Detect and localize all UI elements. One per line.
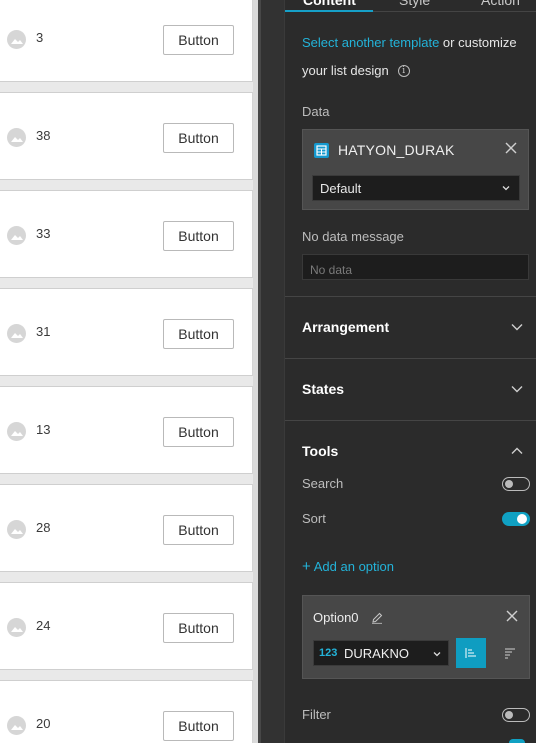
data-source-name: HATYON_DURAK <box>338 142 455 158</box>
image-placeholder-icon <box>7 128 26 147</box>
image-placeholder-icon <box>7 324 26 343</box>
list-item-value: 28 <box>36 520 51 535</box>
scrollbar-track <box>258 0 261 743</box>
sort-descending-icon <box>505 648 515 659</box>
states-header[interactable]: States <box>302 381 344 397</box>
list-item-button[interactable]: Button <box>163 613 234 643</box>
list-item-button[interactable]: Button <box>163 221 234 251</box>
image-placeholder-icon <box>7 716 26 735</box>
number-type-icon: 123 <box>319 647 338 659</box>
remove-option-close-icon[interactable] <box>504 608 520 624</box>
add-option-label: Add an option <box>313 559 394 574</box>
chevron-down-icon <box>433 652 441 657</box>
list-item[interactable]: 3 Button <box>0 0 253 82</box>
list-item[interactable]: 13 Button <box>0 386 253 474</box>
sort-option-card: Option0 123 DURAKNO <box>302 595 530 679</box>
list-item[interactable]: 20 Button <box>0 680 253 743</box>
select-template-link[interactable]: Select another template <box>302 35 439 50</box>
pencil-icon[interactable] <box>371 612 383 624</box>
template-hint: Select another template or customize <box>302 35 517 50</box>
image-placeholder-icon <box>7 422 26 441</box>
sort-field-select[interactable]: 123 DURAKNO <box>313 640 449 666</box>
next-toggle[interactable] <box>509 739 525 743</box>
tab-content[interactable]: Content <box>303 0 356 8</box>
info-icon[interactable]: i <box>397 64 410 77</box>
image-placeholder-icon <box>7 618 26 637</box>
panel-tabs: Content Style Action <box>285 0 536 12</box>
tools-header[interactable]: Tools <box>302 443 338 459</box>
template-hint-text-2: your list design <box>302 63 389 78</box>
data-source-card: HATYON_DURAK Default <box>302 129 529 210</box>
search-label: Search <box>302 476 344 491</box>
sort-option-name: Option0 <box>313 610 359 625</box>
remove-data-source-close-icon[interactable] <box>503 140 519 156</box>
chevron-up-icon[interactable] <box>511 447 523 455</box>
data-view-selected: Default <box>320 181 362 196</box>
list-item-value: 38 <box>36 128 51 143</box>
no-data-message-input[interactable] <box>302 254 529 280</box>
template-hint-line2: your list design i <box>302 63 410 78</box>
list-item-value: 3 <box>36 30 44 45</box>
list-item-value: 33 <box>36 226 51 241</box>
add-option-button[interactable]: + Add an option <box>302 558 394 575</box>
list-preview: 3 Button 38 Button 33 Button 31 Button 1… <box>0 0 258 743</box>
chevron-down-icon[interactable] <box>511 385 523 393</box>
list-item-button[interactable]: Button <box>163 515 234 545</box>
list-item[interactable]: 31 Button <box>0 288 253 376</box>
list-item[interactable]: 24 Button <box>0 582 253 670</box>
arrangement-header[interactable]: Arrangement <box>302 319 389 335</box>
list-item[interactable]: 33 Button <box>0 190 253 278</box>
image-placeholder-icon <box>7 30 26 49</box>
list-item-button[interactable]: Button <box>163 711 234 741</box>
list-item[interactable]: 38 Button <box>0 92 253 180</box>
list-item-value: 13 <box>36 422 51 437</box>
chevron-down-icon[interactable] <box>511 323 523 331</box>
search-toggle[interactable] <box>502 477 530 491</box>
template-hint-text: or customize <box>439 35 517 50</box>
image-placeholder-icon <box>7 520 26 539</box>
sort-descending-button[interactable] <box>495 638 525 668</box>
sort-toggle[interactable] <box>502 512 530 526</box>
section-divider <box>285 358 536 359</box>
list-item-button[interactable]: Button <box>163 319 234 349</box>
no-data-label: No data message <box>302 229 404 244</box>
list-item[interactable]: 28 Button <box>0 484 253 572</box>
sort-field-name: DURAKNO <box>344 646 410 661</box>
filter-label: Filter <box>302 707 331 722</box>
list-item-value: 20 <box>36 716 51 731</box>
section-divider <box>285 296 536 297</box>
active-tab-indicator <box>285 10 373 12</box>
tab-action[interactable]: Action <box>481 0 520 8</box>
section-divider <box>285 420 536 421</box>
list-item-button[interactable]: Button <box>163 123 234 153</box>
data-label: Data <box>302 104 330 119</box>
tab-style[interactable]: Style <box>399 0 430 8</box>
chevron-down-icon <box>502 186 510 191</box>
plus-icon: + <box>302 558 311 575</box>
list-item-value: 31 <box>36 324 51 339</box>
sort-ascending-icon <box>465 648 476 658</box>
data-view-select[interactable]: Default <box>312 175 520 201</box>
sort-label: Sort <box>302 511 326 526</box>
canvas-scrollbar[interactable] <box>258 0 284 743</box>
settings-panel: Content Style Action Select another temp… <box>284 0 536 743</box>
sort-ascending-button[interactable] <box>456 638 486 668</box>
filter-toggle[interactable] <box>502 708 530 722</box>
table-icon <box>314 143 329 158</box>
list-item-button[interactable]: Button <box>163 25 234 55</box>
list-item-value: 24 <box>36 618 51 633</box>
image-placeholder-icon <box>7 226 26 245</box>
list-item-button[interactable]: Button <box>163 417 234 447</box>
